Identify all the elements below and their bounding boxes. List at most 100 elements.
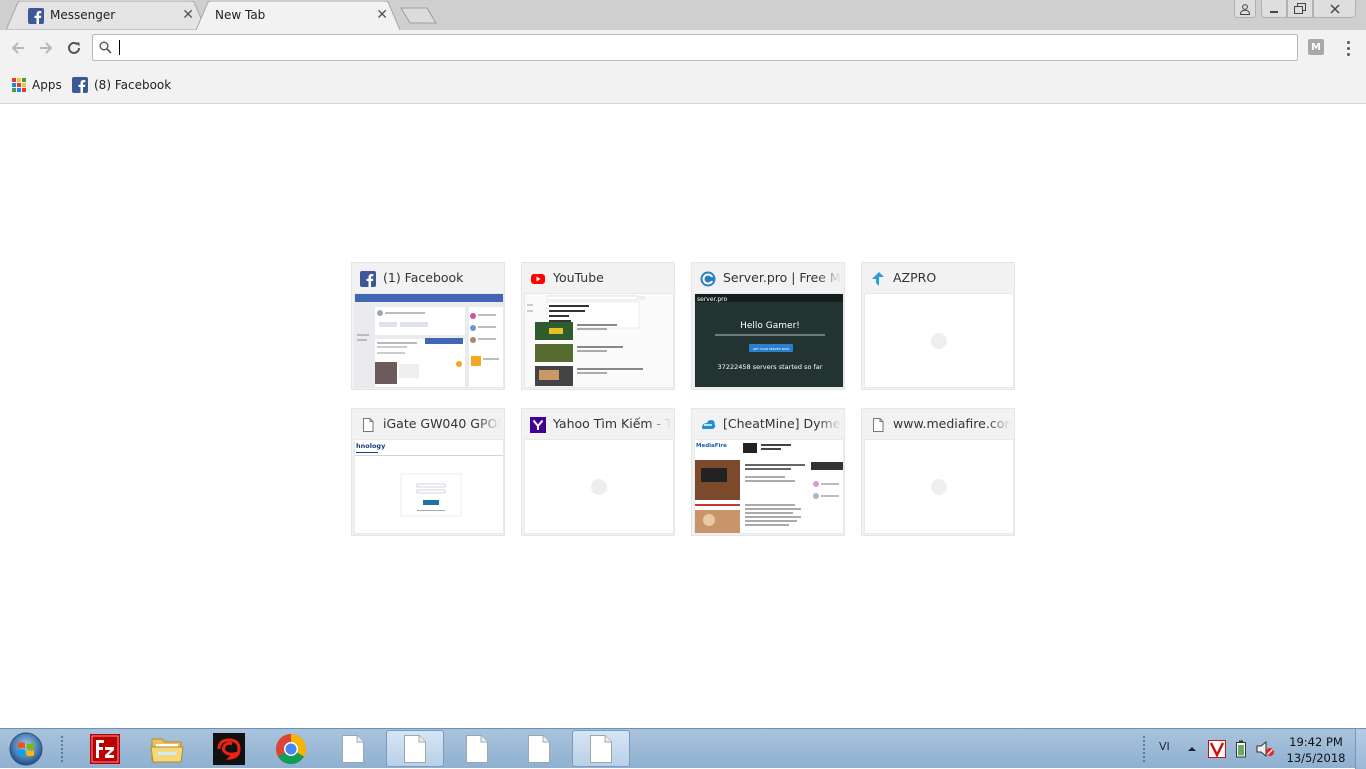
- page-icon: [873, 418, 884, 432]
- thumb-brand: hnology: [356, 442, 386, 450]
- tab-close-icon[interactable]: ✕: [376, 7, 388, 23]
- tab-new-tab[interactable]: New Tab ✕: [196, 1, 400, 30]
- show-desktop-button[interactable]: [1355, 729, 1366, 769]
- blank-file-icon: [528, 734, 550, 763]
- tab-messenger[interactable]: Messenger ✕: [6, 1, 206, 30]
- bookmark-label: Apps: [32, 78, 62, 92]
- mediafire-thumbnail-image: MediaFire: [695, 440, 843, 533]
- facebook-icon: [28, 8, 44, 24]
- taskbar-app-chrome[interactable]: [262, 730, 320, 767]
- search-icon: [99, 41, 112, 54]
- most-visited-tile-facebook[interactable]: (1) Facebook: [351, 262, 505, 390]
- extension-button[interactable]: M: [1308, 39, 1324, 55]
- most-visited-tile-igate[interactable]: iGate GW040 GPON ONT hnology: [351, 408, 505, 536]
- yahoo-icon: [530, 417, 546, 433]
- language-indicator[interactable]: VI: [1159, 740, 1170, 753]
- speaker-muted-icon[interactable]: [1255, 740, 1275, 758]
- taskbar-grip[interactable]: [60, 735, 64, 763]
- address-bar[interactable]: [92, 34, 1298, 61]
- thumb-brand: server.pro: [697, 296, 727, 303]
- battery-icon[interactable]: [1235, 740, 1247, 758]
- bookmark-apps[interactable]: Apps: [12, 76, 62, 94]
- blank-file-icon: [590, 734, 612, 763]
- minimize-button[interactable]: [1261, 0, 1287, 18]
- taskbar-app-garena[interactable]: [200, 730, 258, 767]
- clock-date: 13/5/2018: [1286, 751, 1346, 765]
- chrome-icon: [275, 733, 307, 764]
- facebook-icon: [72, 77, 88, 93]
- taskbar-app-file-4[interactable]: [510, 730, 568, 767]
- tile-thumbnail: [864, 439, 1014, 534]
- page-icon: [363, 418, 374, 432]
- restore-icon: [1294, 3, 1306, 14]
- vietkey-icon[interactable]: [1208, 740, 1226, 758]
- taskbar-app-file-5[interactable]: [572, 730, 630, 767]
- close-window-button[interactable]: [1313, 0, 1356, 18]
- bookmarks-bar: Apps (8) Facebook: [0, 66, 1366, 104]
- address-input[interactable]: [117, 37, 1287, 58]
- new-tab-button[interactable]: [400, 7, 438, 24]
- forward-arrow-icon: [40, 42, 53, 54]
- forward-button[interactable]: [36, 38, 56, 58]
- reload-button[interactable]: [64, 38, 84, 58]
- apps-grid-icon: [12, 78, 26, 92]
- taskbar-app-file-2[interactable]: [386, 730, 444, 767]
- serverpro-thumbnail-image: server.pro Hello Gamer! GET YOUR SERVER …: [695, 294, 843, 387]
- bookmark-facebook[interactable]: (8) Facebook: [72, 76, 171, 94]
- most-visited-tile-mediafire[interactable]: www.mediafire.com: [861, 408, 1015, 536]
- window-controls: [1234, 0, 1356, 18]
- chrome-menu-button[interactable]: [1340, 38, 1356, 58]
- tile-title: Server.pro | Free Minecraft Server Hosti…: [723, 270, 841, 285]
- user-icon: [1239, 3, 1251, 15]
- taskbar-app-file-3[interactable]: [448, 730, 506, 767]
- filezilla-icon: [90, 733, 120, 764]
- thumb-cta: GET YOUR SERVER NOW: [753, 347, 790, 351]
- most-visited-tile-cheatmine[interactable]: [CheatMine] Dymeth Cheat MediaFire: [691, 408, 845, 536]
- loading-placeholder-icon: [591, 479, 607, 495]
- loading-placeholder-icon: [931, 333, 947, 349]
- tile-title: YouTube: [553, 270, 604, 285]
- close-icon: [1330, 4, 1339, 13]
- tab-title: Messenger: [50, 8, 116, 22]
- tile-title: AZPRO: [893, 270, 937, 285]
- tab-title: New Tab: [215, 8, 266, 22]
- most-visited-tile-azpro[interactable]: AZPRO: [861, 262, 1015, 390]
- most-visited-tile-serverpro[interactable]: Server.pro | Free Minecraft Server Hosti…: [691, 262, 845, 390]
- clock-time: 19:42 PM: [1289, 735, 1343, 749]
- tab-close-icon[interactable]: ✕: [182, 7, 194, 23]
- loading-placeholder-icon: [931, 479, 947, 495]
- facebook-icon: [360, 271, 376, 287]
- tile-title: Yahoo Tìm Kiếm - Tìm kiếm trên Web: [553, 416, 671, 431]
- youtube-icon: [531, 274, 545, 284]
- taskbar-app-explorer[interactable]: [138, 730, 196, 767]
- tile-thumbnail: [864, 293, 1014, 388]
- tile-title: iGate GW040 GPON ONT: [383, 416, 501, 431]
- tile-thumbnail: [354, 293, 504, 388]
- start-button[interactable]: [6, 731, 46, 767]
- back-button[interactable]: [8, 38, 28, 58]
- minimize-icon: [1270, 10, 1278, 13]
- folder-icon: [150, 738, 184, 762]
- tray-grip[interactable]: [1142, 735, 1146, 763]
- profile-button[interactable]: [1234, 0, 1256, 18]
- restore-button[interactable]: [1287, 0, 1313, 18]
- serverpro-icon: [700, 271, 716, 287]
- text-caret: [119, 40, 120, 55]
- system-clock[interactable]: 19:42 PM 13/5/2018: [1281, 734, 1351, 766]
- most-visited-tile-youtube[interactable]: YouTube: [521, 262, 675, 390]
- thumb-headline: Hello Gamer!: [740, 321, 800, 331]
- most-visited-tile-yahoo[interactable]: Yahoo Tìm Kiếm - Tìm kiếm trên Web: [521, 408, 675, 536]
- garena-icon: [213, 732, 245, 765]
- facebook-thumbnail-image: [355, 294, 503, 387]
- thumb-stats: 37222458 servers started so far: [718, 363, 823, 371]
- taskbar-app-file-1[interactable]: [324, 730, 382, 767]
- taskbar-app-filezilla[interactable]: [76, 730, 134, 767]
- tile-thumbnail: [524, 293, 674, 388]
- blank-file-icon: [404, 734, 426, 763]
- bookmark-label: (8) Facebook: [94, 78, 172, 92]
- azpro-icon: [872, 272, 884, 286]
- show-hidden-icons-button[interactable]: [1187, 745, 1197, 753]
- new-tab-page: (1) Facebook YouTube Server.pro | Free M…: [0, 105, 1366, 728]
- windows-taskbar: VI 19:42 PM 13/5/2018: [0, 728, 1366, 769]
- tile-title: [CheatMine] Dymeth Cheat: [723, 416, 841, 431]
